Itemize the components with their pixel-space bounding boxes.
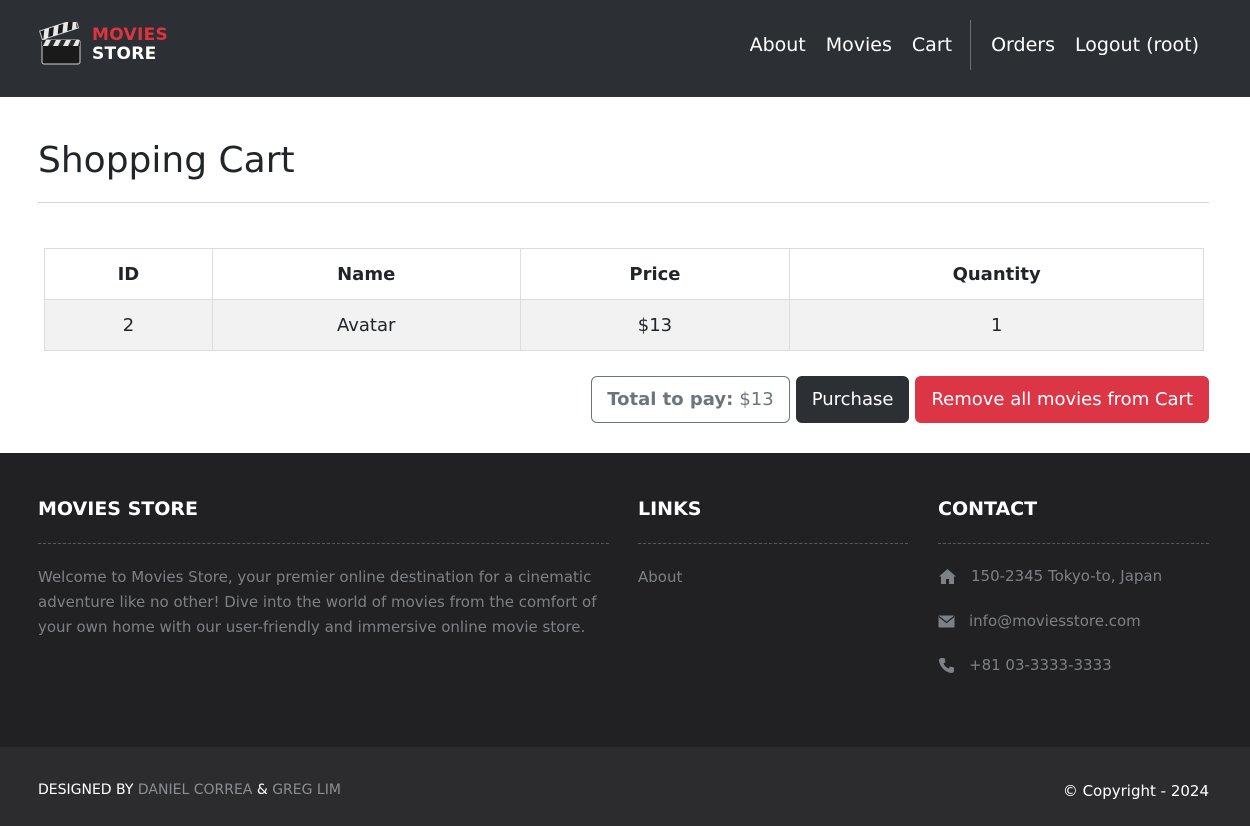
designer-link-daniel[interactable]: DANIEL CORREA [138, 782, 252, 798]
designed-by: DESIGNED BY DANIEL CORREA & GREG LIM [38, 782, 341, 798]
footer-contact-divider [938, 543, 1209, 544]
contact-phone: +81 03-3333-3333 [938, 656, 1112, 674]
purchase-button[interactable]: Purchase [795, 376, 910, 423]
nav-link-logout[interactable]: Logout (root) [1075, 34, 1199, 56]
table-header-row: ID Name Price Quantity [44, 248, 1204, 300]
footer-links-title: LINKS [638, 498, 702, 520]
navbar: MOVIES STORE About Movies Cart Orders Lo… [0, 0, 1250, 97]
total-label: Total to pay: [607, 389, 734, 410]
brand-logo[interactable]: MOVIES STORE [38, 22, 168, 68]
column-header-name: Name [211, 248, 521, 300]
page-title: Shopping Cart [38, 140, 295, 181]
footer-bottom-bar: DESIGNED BY DANIEL CORREA & GREG LIM © C… [0, 747, 1250, 826]
designed-by-label: DESIGNED BY [38, 782, 134, 798]
designer-ampersand: & [256, 782, 268, 798]
total-to-pay: Total to pay: $13 [591, 376, 790, 423]
copyright: © Copyright - 2024 [1062, 782, 1209, 800]
contact-address-text: 150-2345 Tokyo-to, Japan [971, 567, 1163, 585]
cell-price: $13 [519, 299, 791, 351]
contact-email: info@moviesstore.com [938, 612, 1141, 630]
envelope-icon [938, 615, 955, 627]
nav-link-about[interactable]: About [750, 34, 806, 56]
nav-link-orders[interactable]: Orders [991, 34, 1055, 56]
footer-about-section: MOVIES STORE [38, 498, 609, 520]
nav-link-movies[interactable]: Movies [826, 34, 892, 56]
footer-about-text: Welcome to Movies Store, your premier on… [38, 568, 597, 636]
contact-address: 150-2345 Tokyo-to, Japan [938, 567, 1162, 585]
contact-email-text: info@moviesstore.com [969, 612, 1141, 630]
home-icon [939, 568, 956, 584]
footer-contact-title: CONTACT [938, 498, 1038, 520]
column-header-price: Price [519, 248, 791, 300]
nav-divider [970, 20, 972, 70]
footer-link-about[interactable]: About [638, 565, 682, 590]
cell-id: 2 [44, 299, 213, 351]
column-header-quantity: Quantity [789, 248, 1204, 300]
footer-contact-section: CONTACT [938, 498, 1209, 520]
cart-table: ID Name Price Quantity 2 Avatar $13 1 [44, 248, 1204, 351]
cell-name: Avatar [211, 299, 521, 351]
brand-name-bottom: STORE [92, 44, 157, 64]
nav-link-cart[interactable]: Cart [912, 34, 952, 56]
footer-about-title: MOVIES STORE [38, 498, 199, 520]
footer-links-divider [638, 543, 908, 544]
footer: MOVIES STORE Welcome to Movies Store, yo… [0, 453, 1250, 747]
remove-all-button[interactable]: Remove all movies from Cart [915, 376, 1209, 423]
phone-icon [939, 657, 954, 673]
footer-about-divider [38, 543, 609, 544]
footer-links-section: LINKS [638, 498, 908, 520]
designer-link-greg[interactable]: GREG LIM [272, 782, 341, 798]
table-row: 2 Avatar $13 1 [44, 299, 1204, 351]
contact-phone-text: +81 03-3333-3333 [969, 656, 1112, 674]
clapperboard-icon [38, 22, 81, 65]
cell-quantity: 1 [789, 299, 1204, 351]
title-divider [38, 202, 1209, 203]
total-value: $13 [739, 389, 774, 410]
column-header-id: ID [44, 248, 213, 300]
brand-name-top: MOVIES [92, 25, 169, 45]
cart-actions: Total to pay: $13 Purchase Remove all mo… [591, 376, 1209, 423]
nav-menu: About Movies Cart Orders Logout (root) [730, 20, 1199, 70]
